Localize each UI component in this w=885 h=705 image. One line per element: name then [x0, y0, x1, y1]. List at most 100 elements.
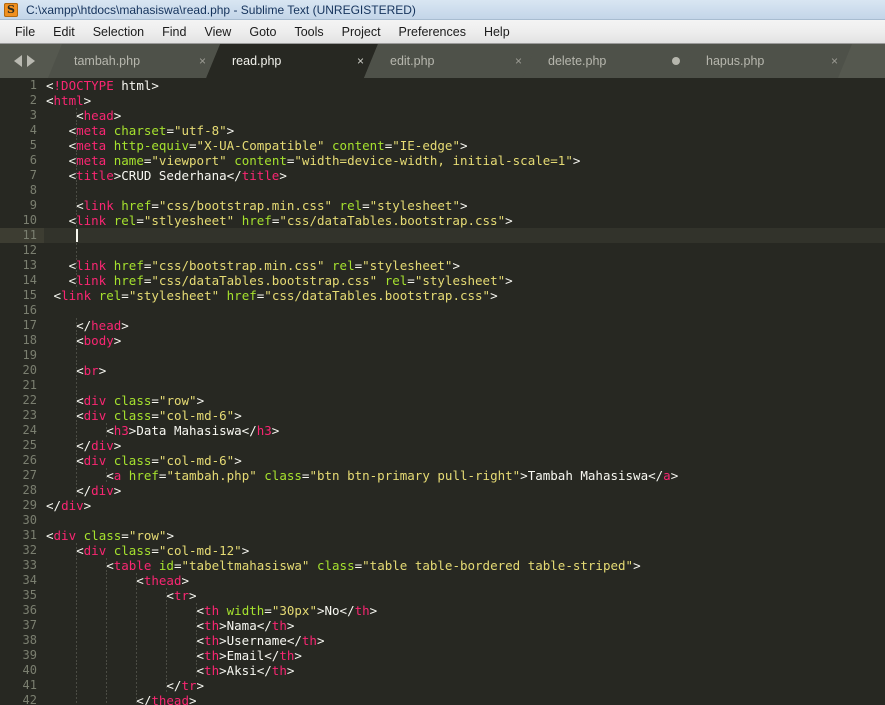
- tab-edit-php[interactable]: edit.php ×: [364, 44, 536, 78]
- close-icon[interactable]: ×: [797, 55, 838, 67]
- tab-tambah-php[interactable]: tambah.php ×: [48, 44, 220, 78]
- code-line[interactable]: 29 </div>: [0, 498, 885, 513]
- code-line[interactable]: 22 <div class="row">: [0, 393, 885, 408]
- code-line[interactable]: 33 <table id="tabeltmahasiswa" class="ta…: [0, 558, 885, 573]
- indent-guide: [106, 633, 108, 648]
- code-line[interactable]: 3 <head>: [0, 108, 885, 123]
- code-token: rel: [113, 213, 137, 228]
- code-line[interactable]: 4 <meta charset="utf-8">: [0, 123, 885, 138]
- code-line[interactable]: 15 <link rel="stylesheet" href="css/data…: [0, 288, 885, 303]
- code-line[interactable]: 41 </tr>: [0, 678, 885, 693]
- code-line[interactable]: 35 <tr>: [0, 588, 885, 603]
- close-icon[interactable]: ×: [481, 55, 522, 67]
- code-text: <br>: [44, 363, 885, 378]
- indent-guide: [76, 438, 78, 453]
- code-line[interactable]: 32 <div class="col-md-12">: [0, 543, 885, 558]
- menu-item-tools[interactable]: Tools: [285, 22, 332, 42]
- code-token: div: [83, 453, 107, 468]
- code-token: <: [46, 423, 114, 438]
- code-line[interactable]: 18 <body>: [0, 333, 885, 348]
- code-editor[interactable]: 1 <!DOCTYPE html> 2 <html> 3 <head> 4 <meta c…: [0, 78, 885, 705]
- menu-item-view[interactable]: View: [195, 22, 240, 42]
- code-line[interactable]: 10 <link rel="stlyesheet" href="css/data…: [0, 213, 885, 228]
- code-token: thead: [151, 693, 189, 705]
- indent-guide: [196, 603, 198, 618]
- code-line[interactable]: 1 <!DOCTYPE html>: [0, 78, 885, 93]
- tab-read-php[interactable]: read.php ×: [206, 44, 378, 78]
- line-number: 19: [22, 348, 37, 362]
- tab-delete-php[interactable]: delete.php: [522, 44, 694, 78]
- tab-label: tambah.php: [74, 54, 141, 68]
- close-icon[interactable]: ×: [323, 55, 364, 67]
- code-line[interactable]: 8: [0, 183, 885, 198]
- code-line[interactable]: 2 <html>: [0, 93, 885, 108]
- code-line[interactable]: 12: [0, 243, 885, 258]
- code-token: <: [46, 213, 77, 228]
- code-text: [44, 228, 885, 243]
- code-line[interactable]: 21: [0, 378, 885, 393]
- code-line[interactable]: 38 <th>Username</th>: [0, 633, 885, 648]
- code-token: >: [189, 588, 197, 603]
- code-line[interactable]: 24 <h3>Data Mahasiswa</h3>: [0, 423, 885, 438]
- line-number: 41: [22, 678, 37, 692]
- code-line[interactable]: 39 <th>Email</th>: [0, 648, 885, 663]
- tab-hapus-php[interactable]: hapus.php ×: [680, 44, 852, 78]
- close-icon[interactable]: ×: [165, 55, 206, 67]
- indent-guide: [166, 678, 168, 693]
- code-line[interactable]: 6 <meta name="viewport" content="width=d…: [0, 153, 885, 168]
- menu-item-edit[interactable]: Edit: [44, 22, 84, 42]
- code-text: [44, 378, 885, 393]
- code-line[interactable]: 28 </div>: [0, 483, 885, 498]
- menu-item-project[interactable]: Project: [333, 22, 390, 42]
- triangle-right-icon[interactable]: [26, 55, 35, 67]
- code-line[interactable]: 5 <meta http-equiv="X-UA-Compatible" con…: [0, 138, 885, 153]
- menu-item-goto[interactable]: Goto: [240, 22, 285, 42]
- code-token: <: [46, 78, 54, 93]
- code-line[interactable]: 37 <th>Nama</th>: [0, 618, 885, 633]
- code-text: </thead>: [44, 693, 885, 705]
- code-token: charset: [113, 123, 167, 138]
- code-line[interactable]: 23 <div class="col-md-6">: [0, 408, 885, 423]
- triangle-left-icon[interactable]: [13, 55, 22, 67]
- line-number: 40: [22, 663, 37, 677]
- indent-guide: [76, 333, 78, 348]
- code-line[interactable]: 25 </div>: [0, 438, 885, 453]
- code-line[interactable]: 16: [0, 303, 885, 318]
- code-line[interactable]: 19: [0, 348, 885, 363]
- code-line[interactable]: 17 </head>: [0, 318, 885, 333]
- code-token: link: [76, 213, 107, 228]
- code-token: th: [271, 618, 287, 633]
- unsaved-changes-dot-icon[interactable]: [638, 57, 680, 65]
- line-number: 35: [22, 588, 37, 602]
- code-token: class: [113, 408, 152, 423]
- code-line[interactable]: 42 </thead>: [0, 693, 885, 705]
- code-line[interactable]: 31 <div class="row">: [0, 528, 885, 543]
- code-line[interactable]: 26 <div class="col-md-6">: [0, 453, 885, 468]
- menu-item-help[interactable]: Help: [475, 22, 519, 42]
- code-line[interactable]: 30: [0, 513, 885, 528]
- code-token: =: [121, 528, 129, 543]
- code-line[interactable]: 36 <th width="30px">No</th>: [0, 603, 885, 618]
- indent-guide: [106, 558, 108, 573]
- code-line[interactable]: 13 <link href = "css/bootstrap.min.css" re…: [0, 258, 885, 273]
- code-line[interactable]: 7 <title>CRUD Sederhana</title>: [0, 168, 885, 183]
- menu-item-preferences[interactable]: Preferences: [390, 22, 475, 42]
- code-line[interactable]: 27 <a href="tambah.php" class="btn btn-p…: [0, 468, 885, 483]
- code-line[interactable]: 40 <th>Aksi</th>: [0, 663, 885, 678]
- menu-item-file[interactable]: File: [6, 22, 44, 42]
- code-line[interactable]: 9 <link href="css/bootstrap.min.css" rel…: [0, 198, 885, 213]
- code-line[interactable]: 34 <thead>: [0, 573, 885, 588]
- code-token: >: [286, 663, 295, 678]
- code-token: >: [316, 633, 325, 648]
- menu-item-find[interactable]: Find: [153, 22, 195, 42]
- code-line[interactable]: 11: [0, 228, 885, 243]
- tab-navigation-arrows[interactable]: [0, 44, 48, 78]
- code-line[interactable]: 14 <link href = "css/dataTables.bootstrap.…: [0, 273, 885, 288]
- menu-item-selection[interactable]: Selection: [84, 22, 153, 42]
- indent-guide: [76, 543, 78, 558]
- code-line[interactable]: 20 <br>: [0, 363, 885, 378]
- line-number: 25: [22, 438, 37, 452]
- indent-guide: [76, 633, 78, 648]
